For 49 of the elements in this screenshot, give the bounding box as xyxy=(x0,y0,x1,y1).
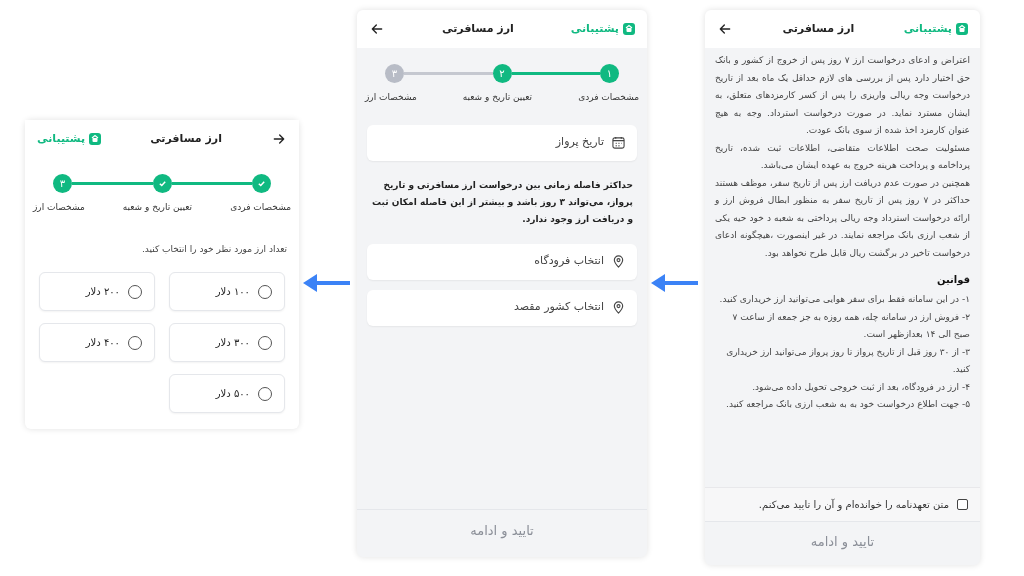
input-field[interactable]: تاریخ پرواز xyxy=(367,124,637,161)
option-label: ۴۰۰ دلار xyxy=(85,336,120,350)
rule-item: ۵- جهت اطلاع درخواست خود به به شعب ارزی بانک مراجعه کنید. xyxy=(725,398,970,411)
step-label: تعیین تاریخ و شعبه xyxy=(122,201,193,214)
step-label: مشخصات ارز xyxy=(365,91,417,104)
step-label: مشخصات ارز xyxy=(33,201,85,214)
instruction-text: تعداد ارز مورد نظر خود را انتخاب کنید. xyxy=(140,242,288,256)
left-arrow-icon xyxy=(651,273,699,293)
amount-option[interactable]: ۱۰۰ دلار xyxy=(169,272,285,311)
forward-arrow-icon[interactable] xyxy=(271,131,287,147)
input-field[interactable]: انتخاب کشور مقصد xyxy=(367,289,637,326)
option-label: ۲۰۰ دلار xyxy=(85,285,120,299)
calendar-icon xyxy=(612,136,625,149)
screen-title: ارز مسافرتی xyxy=(782,20,855,37)
support-icon xyxy=(623,23,635,35)
info-note: حداکثر فاصله زمانی بین درخواست ارز مسافرتی و تاریخ پرواز، می‌تواند ۳ روز باشد و بیشتر از این فاصله امکان ثبت و دریافت ارز وجود ندارد. xyxy=(371,178,634,227)
terms-paragraph: مسئولیت صحت اطلاعات متقاضی، اطلاعات ثبت شده، تاریخ پرداخامه و پرداخت هرینه خروج به عهده ایشان می‌باشد. xyxy=(715,141,970,172)
amount-option[interactable]: ۴۰۰ دلار xyxy=(39,323,155,362)
placeholder-text: انتخاب کشور مقصد xyxy=(513,299,604,316)
location-pin-icon xyxy=(612,301,625,314)
support-icon xyxy=(89,133,102,145)
input-field[interactable]: انتخاب فرودگاه xyxy=(367,243,637,280)
checkbox-label: متن تعهدنامه را خوانده‌ام و آن را تایید می‌کنم. xyxy=(758,497,949,512)
support-icon xyxy=(956,23,968,35)
option-label: ۳۰۰ دلار xyxy=(215,336,250,350)
back-arrow-icon[interactable] xyxy=(717,21,733,37)
rule-item: ۳- از ۳۰ روز قبل از تاریخ پرواز تا روز پرواز می‌توانید ارز خریداری کنید. xyxy=(725,345,970,376)
left-arrow-icon xyxy=(303,273,351,293)
rule-item: ۴- ارز در فرودگاه، بعد از ثبت خروجی تحویل داده می‌شود. xyxy=(751,380,970,394)
checkbox[interactable] xyxy=(957,499,968,510)
step-label: مشخصات فردی xyxy=(230,201,291,214)
step-label: مشخصات فردی xyxy=(578,91,639,104)
rule-item: ۱- در این سامانه فقط برای سفر هوایی می‌توانید ارز خریداری کنید. xyxy=(718,293,970,306)
screen-title: ارز مسافرتی xyxy=(150,130,222,147)
back-arrow-icon[interactable] xyxy=(369,21,385,37)
placeholder-text: انتخاب فرودگاه xyxy=(534,253,604,270)
terms-paragraph: همچنین در صورت عدم دریافت ارز پس از تاریخ سفر، موظف هستند حداکثر در ۷ روز پس از تاریخ سفر به منظور ابطال فروش ارز و ارائه درخواست استرداد وجه ریالی پرداختی به شعبه د خود حیه یکی از شعب ارزی بانک مراجعه نمایند. در غیر اینصورت ،هیچگونه ادعای درخواست تاخیر در برگشت ریال قابل طرح نخواهد بود. xyxy=(715,176,970,260)
amount-option[interactable]: ۲۰۰ دلار xyxy=(39,272,155,311)
section-heading: قوانین xyxy=(935,273,970,287)
option-label: ۱۰۰ دلار xyxy=(215,285,250,299)
location-pin-icon xyxy=(612,255,625,268)
step-label: تعیین تاریخ و شعبه xyxy=(462,91,533,104)
screen-title: ارز مسافرتی xyxy=(442,20,514,37)
rule-item: ۲- فروش ارز در سامانه چله، همه روزه به جز جمعه از ساعت ۷ صبح الی ۱۴ بعدازظهر است. xyxy=(731,310,970,341)
terms-paragraph: اعتراض و ادعای درخواست ارز ۷ روز پس از خروج از کشور و بانک حق اختیار دارد پس از بررسی های لازم حداقل یک ماه بعد از تاریخ درخواست وجه ریالی واریزی را پس از کسر کارمزدهای متعلق، به ایشان مسترد نماید. در صورت درخواست استرداد. وجه به هیچ عنوان کارمزد اخذ شده از سوی بانک عودت. xyxy=(715,54,970,137)
amount-option[interactable]: ۳۰۰ دلار xyxy=(169,323,285,362)
option-label: ۵۰۰ دلار xyxy=(215,387,250,401)
placeholder-text: تاریخ پرواز xyxy=(555,134,604,151)
amount-option[interactable]: ۵۰۰ دلار xyxy=(169,374,285,413)
